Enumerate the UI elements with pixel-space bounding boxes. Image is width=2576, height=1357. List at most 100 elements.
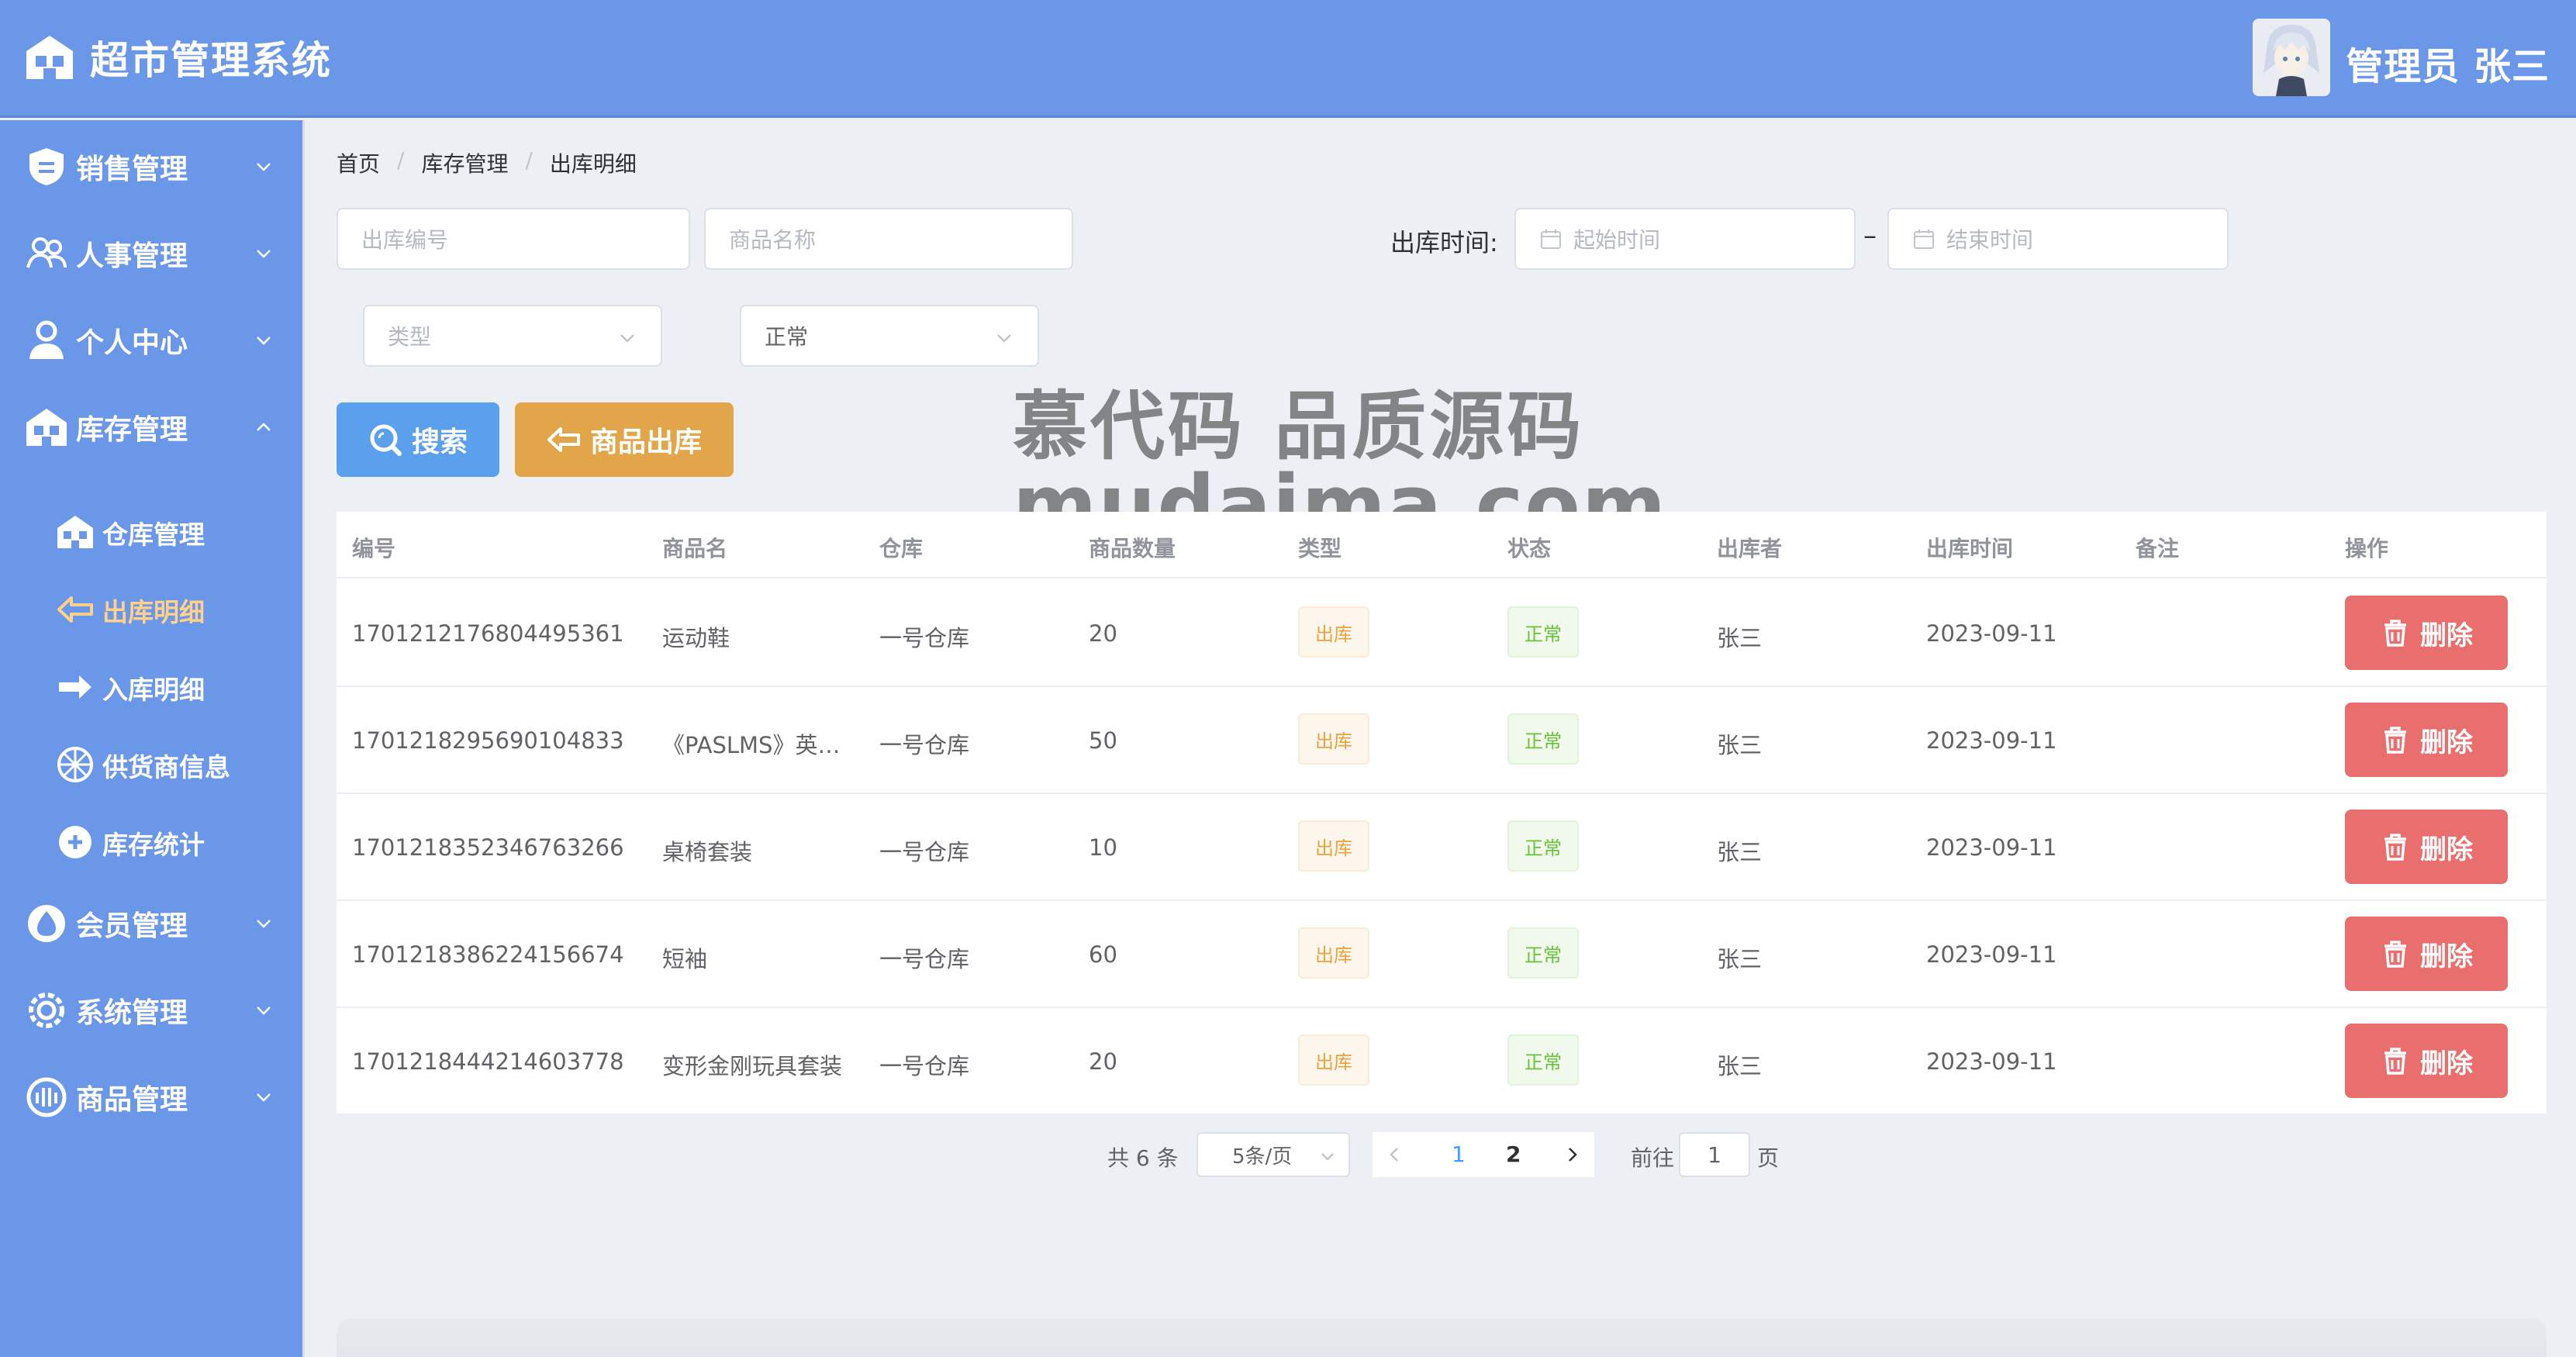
cell-warehouse: 一号仓库 <box>879 946 970 972</box>
avatar[interactable] <box>2253 19 2331 96</box>
supplier-icon <box>57 747 93 782</box>
out-no-input[interactable]: 出库编号 <box>337 208 690 270</box>
type-tag: 出库 <box>1298 606 1369 658</box>
cell-id: 1701218444214603778 <box>352 1048 624 1075</box>
selected-value: 正常 <box>765 324 809 350</box>
sidebar-item-system[interactable]: 系统管理 <box>0 972 302 1049</box>
sidebar-item-member[interactable]: 会员管理 <box>0 885 302 962</box>
chevron-down-icon <box>1321 1153 1334 1161</box>
calendar-icon <box>1914 230 1934 249</box>
app-title: 超市管理系统 <box>90 38 332 83</box>
outbound-button[interactable]: 商品出库 <box>515 402 734 477</box>
sidebar-item-label: 个人中心 <box>76 327 188 359</box>
chevron-down-icon <box>257 1093 271 1102</box>
outbound-button-label: 商品出库 <box>589 426 702 458</box>
column-header: 出库者 <box>1717 536 1783 561</box>
type-select[interactable]: 类型 <box>363 305 662 367</box>
breadcrumb-home[interactable]: 首页 <box>337 147 380 178</box>
column-header: 备注 <box>2136 536 2180 561</box>
avatar-image <box>2253 19 2331 96</box>
delete-button[interactable]: 删除 <box>2345 703 2508 777</box>
delete-button[interactable]: 删除 <box>2345 917 2508 991</box>
user-profile[interactable]: 管理员 张三 <box>2253 19 2550 96</box>
page-number-2[interactable]: 2 <box>1506 1141 1521 1167</box>
page-number-1[interactable]: 1 <box>1452 1141 1466 1167</box>
sidebar-subitem-inbound[interactable]: 入库明细 <box>0 651 302 720</box>
cell-time: 2023-09-11 <box>1926 941 2057 968</box>
goods-icon <box>26 1077 67 1117</box>
sidebar-item-staff[interactable]: 人事管理 <box>0 215 302 292</box>
status-select[interactable]: 正常 <box>740 305 1039 367</box>
column-header: 商品数量 <box>1089 536 1176 561</box>
sidebar-item-inventory[interactable]: 库存管理 <box>0 388 302 466</box>
chevron-down-icon <box>257 1007 271 1015</box>
sidebar-item-profile[interactable]: 个人中心 <box>0 302 302 379</box>
sidebar-item-sales[interactable]: 销售管理 <box>0 128 302 205</box>
sidebar-subitem-stats[interactable]: 库存统计 <box>0 806 302 875</box>
end-date-input[interactable]: 结束时间 <box>1887 208 2229 270</box>
sidebar-item-label: 库存管理 <box>76 414 188 446</box>
column-header: 操作 <box>2345 536 2389 561</box>
breadcrumb-separator: / <box>397 147 405 173</box>
breadcrumb-inventory[interactable]: 库存管理 <box>421 147 508 178</box>
chevron-right-icon[interactable] <box>1562 1145 1582 1165</box>
outbound-table: 编号 商品名 仓库 商品数量 类型 状态 出库者 出库时间 备注 操作 1701… <box>337 512 2547 1114</box>
start-date-input[interactable]: 起始时间 <box>1514 208 1856 270</box>
goods-name-input[interactable]: 商品名称 <box>704 208 1073 270</box>
delete-button[interactable]: 删除 <box>2345 1024 2508 1098</box>
chevron-down-icon <box>257 250 271 258</box>
goto-page-input[interactable]: 1 <box>1679 1132 1750 1177</box>
sidebar-subitem-supplier[interactable]: 供货商信息 <box>0 728 302 798</box>
delete-button[interactable]: 删除 <box>2345 810 2508 884</box>
cell-operator: 张三 <box>1717 625 1763 651</box>
brand: 超市管理系统 <box>23 29 332 85</box>
cell-name: 运动鞋 <box>662 625 730 651</box>
sales-icon <box>29 148 64 185</box>
sidebar-subitem-warehouse[interactable]: 仓库管理 <box>0 495 302 565</box>
delete-button[interactable]: 删除 <box>2345 596 2508 670</box>
type-tag: 出库 <box>1298 927 1369 979</box>
sidebar-item-label: 会员管理 <box>76 910 188 942</box>
search-icon <box>370 424 402 456</box>
chevron-down-icon <box>257 337 271 345</box>
type-tag: 出库 <box>1298 820 1369 872</box>
store-icon <box>26 36 73 79</box>
delete-button-label: 删除 <box>2420 727 2473 758</box>
breadcrumb: 首页 / 库存管理 / 出库明细 <box>337 147 654 178</box>
chevron-left-icon[interactable] <box>1385 1145 1405 1165</box>
placeholder: 起始时间 <box>1573 227 1661 253</box>
type-tag: 出库 <box>1298 1034 1369 1086</box>
user-name: 管理员 张三 <box>2346 45 2550 88</box>
cell-qty: 50 <box>1089 727 1117 754</box>
sidebar-subitem-outbound[interactable]: 出库明细 <box>0 573 302 643</box>
page-size-select[interactable]: 5条/页 <box>1196 1132 1350 1177</box>
status-tag: 正常 <box>1507 1034 1579 1086</box>
table-row: 1701218352346763266 桌椅套装 一号仓库 10 出库 正常 张… <box>337 794 2547 901</box>
cell-warehouse: 一号仓库 <box>879 1053 970 1079</box>
stats-icon <box>59 826 92 858</box>
chevron-down-icon <box>620 334 634 343</box>
gear-icon <box>29 993 64 1028</box>
cell-warehouse: 一号仓库 <box>879 839 970 865</box>
column-header: 状态 <box>1507 536 1552 561</box>
cell-operator: 张三 <box>1717 732 1763 758</box>
trash-icon <box>2384 620 2406 647</box>
delete-button-label: 删除 <box>2420 941 2473 972</box>
cell-time: 2023-09-11 <box>1926 620 2057 647</box>
placeholder: 出库编号 <box>361 227 449 253</box>
status-tag: 正常 <box>1507 713 1579 765</box>
table-row: 1701218386224156674 短袖 一号仓库 60 出库 正常 张三 … <box>337 901 2547 1008</box>
search-button[interactable]: 搜索 <box>337 402 499 477</box>
sidebar-subitem-label: 仓库管理 <box>102 520 205 550</box>
breadcrumb-separator: / <box>525 147 533 173</box>
staff-icon <box>26 237 67 268</box>
chevron-down-icon <box>257 920 271 928</box>
cell-id: 1701218352346763266 <box>352 834 624 861</box>
inventory-icon <box>26 409 67 446</box>
sidebar-item-label: 销售管理 <box>76 154 188 185</box>
trash-icon <box>2384 727 2406 754</box>
delete-button-label: 删除 <box>2420 1048 2473 1079</box>
table-header: 编号 商品名 仓库 商品数量 类型 状态 出库者 出库时间 备注 操作 <box>337 512 2547 578</box>
sidebar-item-goods[interactable]: 商品管理 <box>0 1058 302 1136</box>
breadcrumb-current: 出库明细 <box>549 151 637 177</box>
